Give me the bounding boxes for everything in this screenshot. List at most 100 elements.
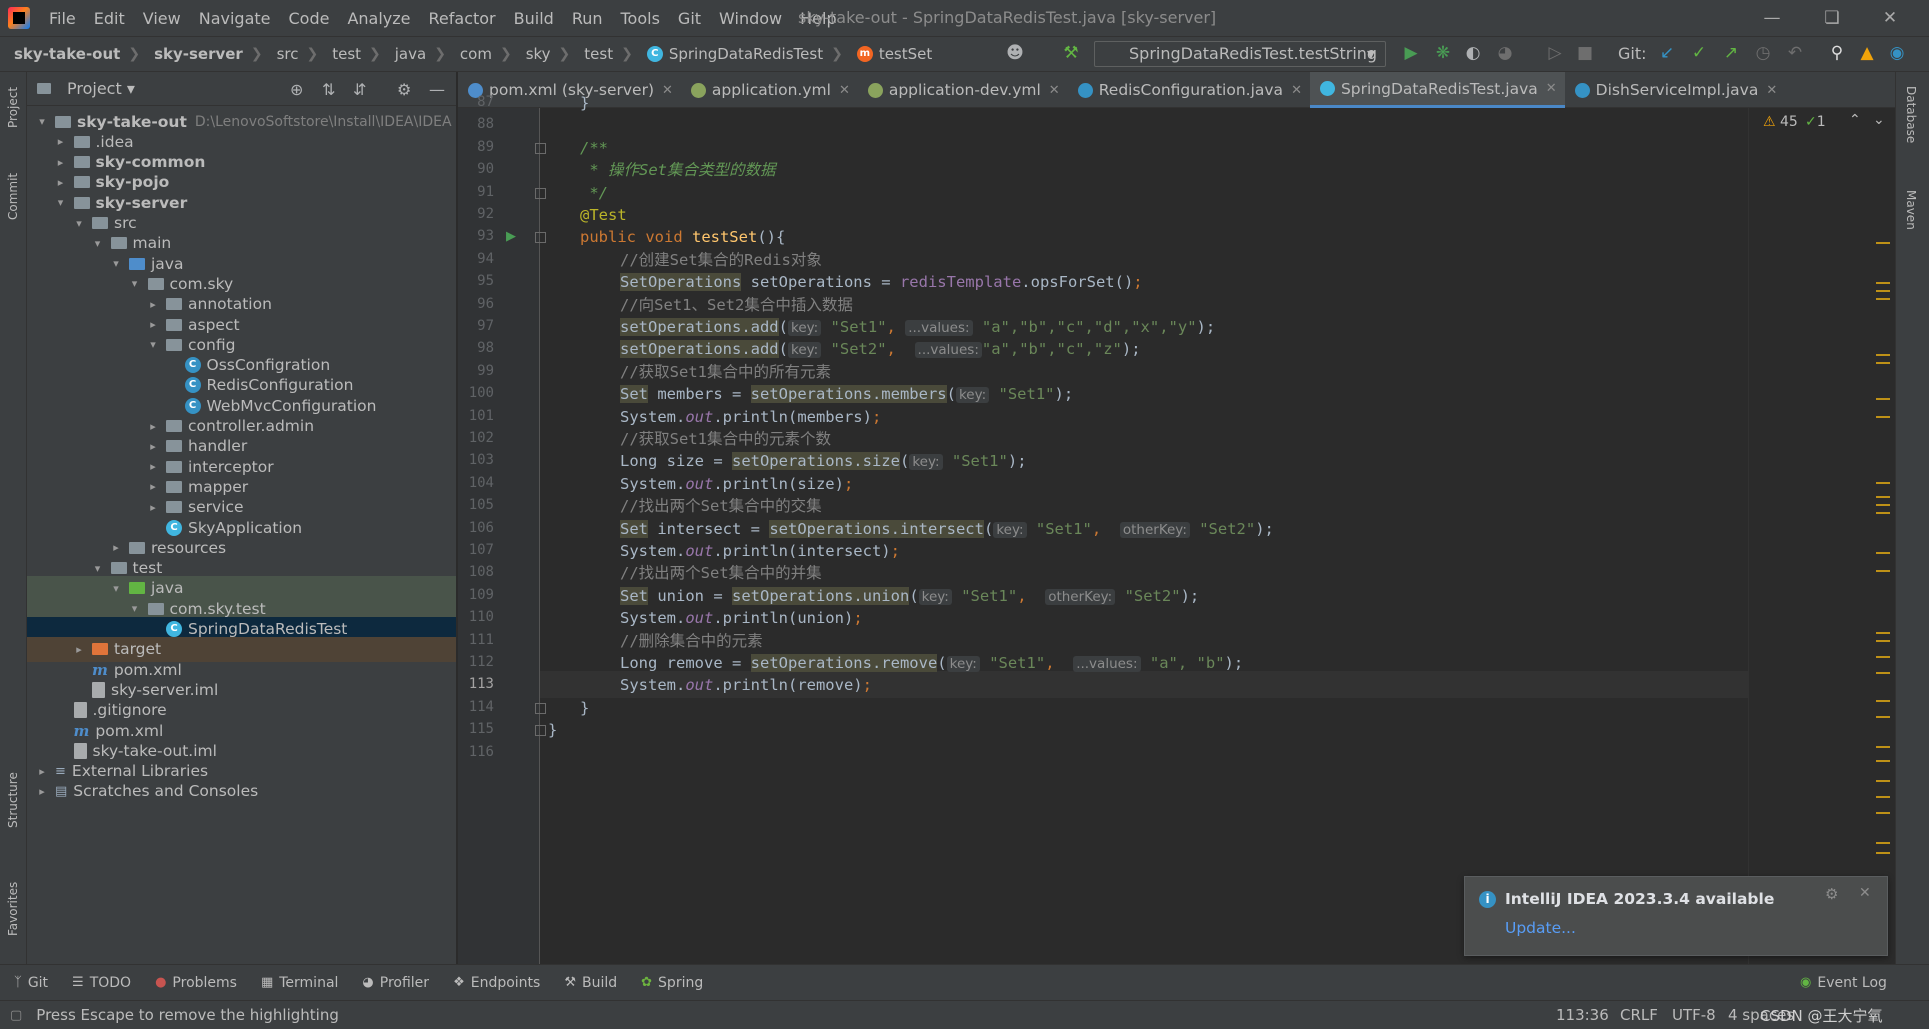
menu-code[interactable]: Code [280,9,339,28]
hide-panel-icon[interactable]: — [429,80,445,99]
chevron-right-icon[interactable]: ▸ [54,176,68,189]
chevron-down-icon[interactable]: ▾ [128,277,142,290]
tree-node[interactable]: ▸ ▤ Scratches and Consoles [27,779,456,804]
warning-stripe-marker[interactable] [1876,796,1890,798]
chevron-down-icon[interactable]: ▾ [72,217,86,230]
close-tab-icon[interactable]: ✕ [1291,83,1302,98]
fold-marker-icon[interactable] [535,187,546,199]
close-window-button[interactable]: ✕ [1870,4,1910,32]
warning-stripe-marker[interactable] [1876,746,1890,748]
breadcrumb-item[interactable]: m testSet [843,45,932,63]
chevron-down-icon[interactable]: ▾ [109,582,123,595]
database-tool-tab[interactable]: Database [1904,86,1918,143]
run-test-gutter-icon[interactable]: ▶ [506,229,516,244]
warning-stripe-marker[interactable] [1876,640,1890,642]
stop-icon[interactable]: ■ [1574,42,1596,64]
chevron-right-icon[interactable]: ▸ [35,785,49,798]
warning-stripe-marker[interactable] [1876,282,1890,284]
build-tool-button[interactable]: ⚒ Build [564,975,617,991]
warning-stripe-marker[interactable] [1876,242,1890,244]
breadcrumb-item[interactable]: sky ❯ [512,45,571,63]
menu-analyze[interactable]: Analyze [338,9,419,28]
search-icon[interactable]: ⚲ [1826,42,1848,64]
chevron-right-icon[interactable]: ▸ [146,501,160,514]
menu-build[interactable]: Build [505,9,563,28]
warning-stripe-marker[interactable] [1876,852,1890,854]
warning-stripe-marker[interactable] [1876,780,1890,782]
chevron-right-icon[interactable]: ▸ [146,480,160,493]
fold-marker-icon[interactable] [535,142,546,154]
update-link[interactable]: Update... [1505,919,1576,937]
status-toggle-icon[interactable]: ▢ [10,1008,22,1023]
warning-stripe-marker[interactable] [1876,672,1890,674]
breadcrumb-item[interactable]: src ❯ [263,45,319,63]
chevron-right-icon[interactable]: ▸ [146,460,160,473]
warning-stripe-marker[interactable] [1876,416,1890,418]
user-icon[interactable]: ☻ [1004,42,1026,64]
caret-position[interactable]: 113:36 [1556,1006,1609,1024]
plugin-icon[interactable]: ◉ [1886,42,1908,64]
collapse-all-icon[interactable]: ⇵ [353,80,366,99]
warning-stripe-marker[interactable] [1876,700,1890,702]
spring-tool-button[interactable]: ✿ Spring [641,975,703,991]
menu-tools[interactable]: Tools [612,9,669,28]
menu-git[interactable]: Git [669,9,710,28]
chevron-right-icon[interactable]: ▸ [109,541,123,554]
chevron-right-icon[interactable]: ▸ [146,318,160,331]
menu-refactor[interactable]: Refactor [420,9,505,28]
warning-stripe-marker[interactable] [1876,716,1890,718]
warning-stripe-marker[interactable] [1876,298,1890,300]
git-update-icon[interactable]: ↙ [1656,42,1678,64]
close-tab-icon[interactable]: ✕ [662,83,673,98]
close-tab-icon[interactable]: ✕ [1546,81,1557,96]
close-tab-icon[interactable]: ✕ [839,83,850,98]
editor-tab[interactable]: DishServiceImpl.java ✕ [1565,72,1786,108]
expand-all-icon[interactable]: ⇅ [322,80,335,99]
git-commit-icon[interactable]: ✓ [1688,42,1710,64]
coverage-icon[interactable]: ◐ [1462,42,1484,64]
warning-stripe-marker[interactable] [1876,842,1890,844]
warning-stripe-marker[interactable] [1876,632,1890,634]
profile-icon[interactable]: ◕ [1494,42,1516,64]
breadcrumb-item[interactable]: C SpringDataRedisTest ❯ [633,45,843,63]
chevron-down-icon[interactable]: ▾ [109,257,123,270]
rollback-icon[interactable]: ↶ [1784,42,1806,64]
chevron-right-icon[interactable]: ▸ [54,156,68,169]
build-hammer-icon[interactable]: ⚒ [1060,42,1082,64]
warning-stripe-marker[interactable] [1876,656,1890,658]
warning-stripe-marker[interactable] [1876,354,1890,356]
structure-tool-tab[interactable]: Structure [6,772,20,828]
fold-marker-icon[interactable] [535,725,546,737]
debug-icon[interactable]: ❋ [1432,42,1454,64]
warning-stripe-marker[interactable] [1876,496,1890,498]
endpoints-tool-button[interactable]: ❖ Endpoints [453,975,540,991]
close-tab-icon[interactable]: ✕ [1049,83,1060,98]
warning-stripe-marker[interactable] [1876,398,1890,400]
chevron-down-icon[interactable]: ▾ [128,602,142,615]
warning-stripe-marker[interactable] [1876,512,1890,514]
editor-tab[interactable]: application.yml ✕ [681,72,858,108]
line-separator[interactable]: CRLF [1620,1006,1658,1024]
project-tool-tab[interactable]: Project [6,87,20,128]
git-tool-button[interactable]: ᛉ Git [14,975,48,991]
chevron-down-icon[interactable]: ▾ [54,196,68,209]
favorites-tool-tab[interactable]: Favorites [6,882,20,936]
chevron-right-icon[interactable]: ▸ [146,298,160,311]
breadcrumb-item[interactable]: com ❯ [446,45,512,63]
breadcrumb-item[interactable]: test ❯ [570,45,633,63]
chevron-down-icon[interactable]: ▾ [91,562,105,575]
warning-stripe-marker[interactable] [1876,504,1890,506]
breadcrumb-item[interactable]: test ❯ [318,45,381,63]
gear-icon[interactable]: ⚙ [397,80,411,99]
fold-marker-icon[interactable] [535,702,546,714]
breadcrumb-item[interactable]: sky-take-out ❯ [0,45,140,63]
breadcrumb-item[interactable]: java ❯ [381,45,446,63]
menu-run[interactable]: Run [563,9,612,28]
profiler-tool-button[interactable]: ◕ Profiler [362,975,429,991]
problems-tool-button[interactable]: ● Problems [155,975,237,991]
chevron-right-icon[interactable]: ▸ [72,643,86,656]
chevron-down-icon[interactable]: ▾ [91,237,105,250]
project-title[interactable]: Project ▾ [67,79,135,98]
chevron-right-icon[interactable]: ▸ [35,765,49,778]
commit-tool-tab[interactable]: Commit [6,173,20,220]
